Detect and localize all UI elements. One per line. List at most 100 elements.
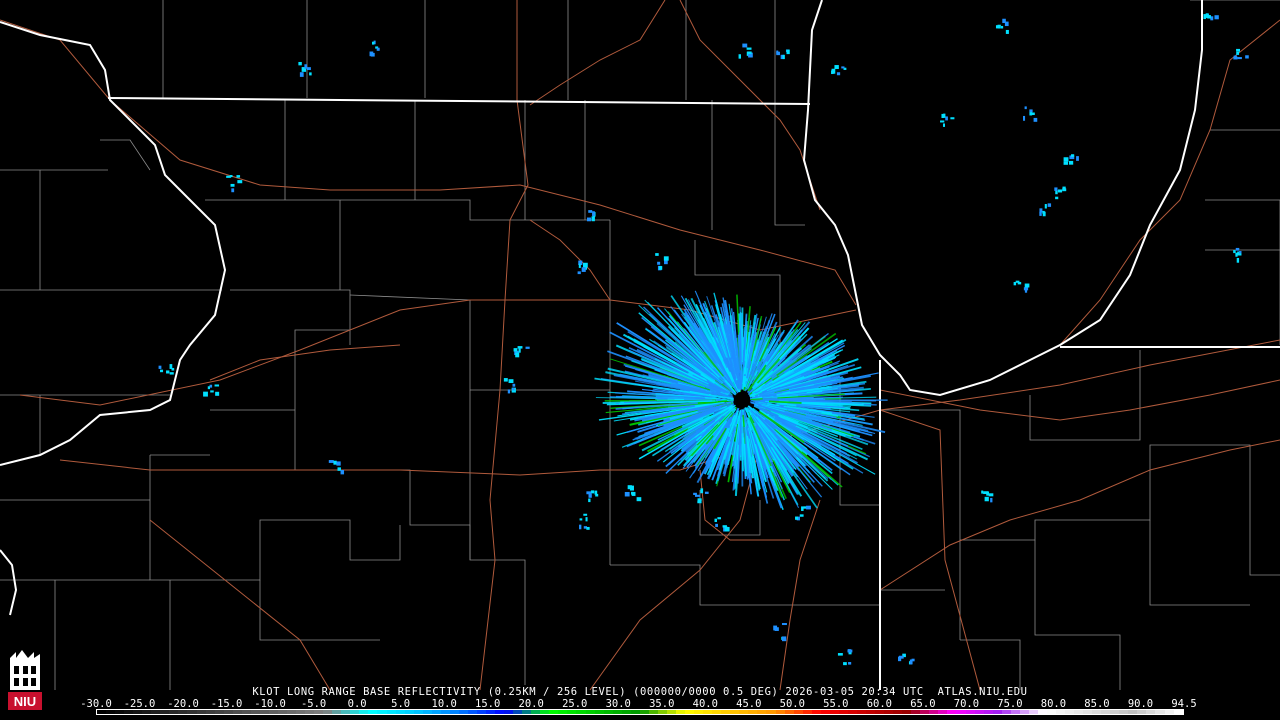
colorbar-segment — [594, 710, 604, 714]
echo-cell — [693, 492, 697, 495]
colorbar-segment — [350, 710, 360, 714]
colorbar-segment — [567, 710, 577, 714]
echo-cell — [586, 491, 592, 495]
echo-cell — [586, 217, 592, 222]
echo-cell — [841, 66, 845, 69]
echo-cell — [694, 494, 700, 497]
echo-cell — [371, 41, 375, 45]
echo-cell — [717, 517, 721, 520]
echo-cell — [848, 662, 852, 665]
echo-cell — [837, 653, 843, 656]
echo-cell — [579, 524, 582, 530]
echo-cell — [237, 180, 243, 184]
colorbar-segment — [730, 710, 740, 714]
colorbar-segment — [1137, 710, 1147, 714]
colorbar-segment — [1037, 710, 1047, 714]
colorbar-segment — [1164, 710, 1174, 714]
echo-cell — [943, 113, 946, 118]
colorbar-segment — [1101, 710, 1111, 714]
colorbar-segment — [712, 710, 722, 714]
echo-cell — [1233, 250, 1236, 254]
colorbar-segment — [811, 710, 821, 714]
colorbar-segment — [332, 710, 342, 714]
echo-cell — [1029, 112, 1033, 116]
echo-cell — [1057, 189, 1063, 193]
echo-cell — [704, 491, 709, 494]
colorbar-segment — [214, 710, 224, 714]
colorbar-segment — [531, 710, 541, 714]
product-caption: KLOT LONG RANGE BASE REFLECTIVITY (0.25K… — [252, 686, 1028, 698]
echo-cell — [1000, 25, 1004, 29]
colorbar-segment — [1028, 710, 1038, 714]
echo-cell — [588, 498, 591, 503]
colorbar-segment — [205, 710, 215, 714]
colorbar-segment — [884, 710, 894, 714]
colorbar-segment — [929, 710, 939, 714]
echo-cell — [738, 54, 742, 59]
echo-cell — [722, 525, 727, 528]
colorbar-segment — [187, 710, 197, 714]
colorbar-segment — [223, 710, 233, 714]
colorbar-segment — [277, 710, 287, 714]
echo-cell — [624, 491, 630, 497]
echo-cell — [1236, 48, 1241, 52]
echo-cell — [586, 526, 590, 530]
echo-cell — [909, 659, 913, 665]
echo-cell — [512, 387, 515, 391]
echo-cell — [774, 627, 779, 631]
echo-cell — [309, 72, 312, 76]
echo-cell — [508, 379, 514, 384]
echo-cell — [210, 390, 214, 393]
echo-cell — [203, 391, 208, 397]
colorbar-segment — [820, 710, 830, 714]
echo-cell — [742, 43, 748, 48]
colorbar-segment — [630, 710, 640, 714]
echo-cell — [981, 490, 984, 494]
echo-cell — [166, 370, 170, 374]
echo-cell — [159, 369, 164, 373]
colorbar-segment — [440, 710, 450, 714]
echo-cell — [306, 67, 311, 71]
echo-cell — [1071, 154, 1075, 157]
colorbar-segment — [992, 710, 1002, 714]
colorbar-segment — [522, 710, 532, 714]
colorbar-segment — [404, 710, 414, 714]
echo-cell — [847, 649, 853, 653]
colorbar-segment — [1092, 710, 1102, 714]
colorbar-segment — [703, 710, 713, 714]
echo-cell — [369, 51, 374, 57]
echo-cell — [518, 348, 521, 353]
colorbar-segment — [775, 710, 785, 714]
colorbar-segment — [685, 710, 695, 714]
colorbar-segment — [160, 710, 170, 714]
echo-cell — [697, 498, 702, 501]
echo-cell — [1029, 109, 1033, 113]
echo-cell — [995, 25, 999, 29]
colorbar-segment — [676, 710, 686, 714]
colorbar-segment — [97, 710, 107, 714]
colorbar-segment — [902, 710, 912, 714]
colorbar-segment — [1001, 710, 1011, 714]
echo-cell — [340, 470, 345, 475]
echo-cell — [376, 47, 380, 51]
colorbar-segment — [305, 710, 315, 714]
echo-cell — [582, 262, 588, 268]
echo-ray — [762, 397, 778, 401]
echo-cell — [1068, 160, 1074, 165]
echo-cell — [585, 517, 588, 522]
echo-cell — [215, 391, 220, 396]
colorbar-segment — [1173, 710, 1183, 714]
colorbar-segment — [268, 710, 278, 714]
echo-cell — [776, 51, 780, 56]
echo-cell — [578, 263, 581, 268]
echo-cell — [786, 49, 790, 55]
echo-cell — [1076, 156, 1079, 161]
echo-cell — [579, 518, 583, 521]
echo-cell — [503, 378, 508, 382]
colorbar-segment — [449, 710, 459, 714]
colorbar-segment — [947, 710, 957, 714]
echo-cell — [799, 514, 804, 517]
colorbar-segment — [250, 710, 260, 714]
echo-cell — [592, 211, 595, 216]
colorbar-segment — [639, 710, 649, 714]
